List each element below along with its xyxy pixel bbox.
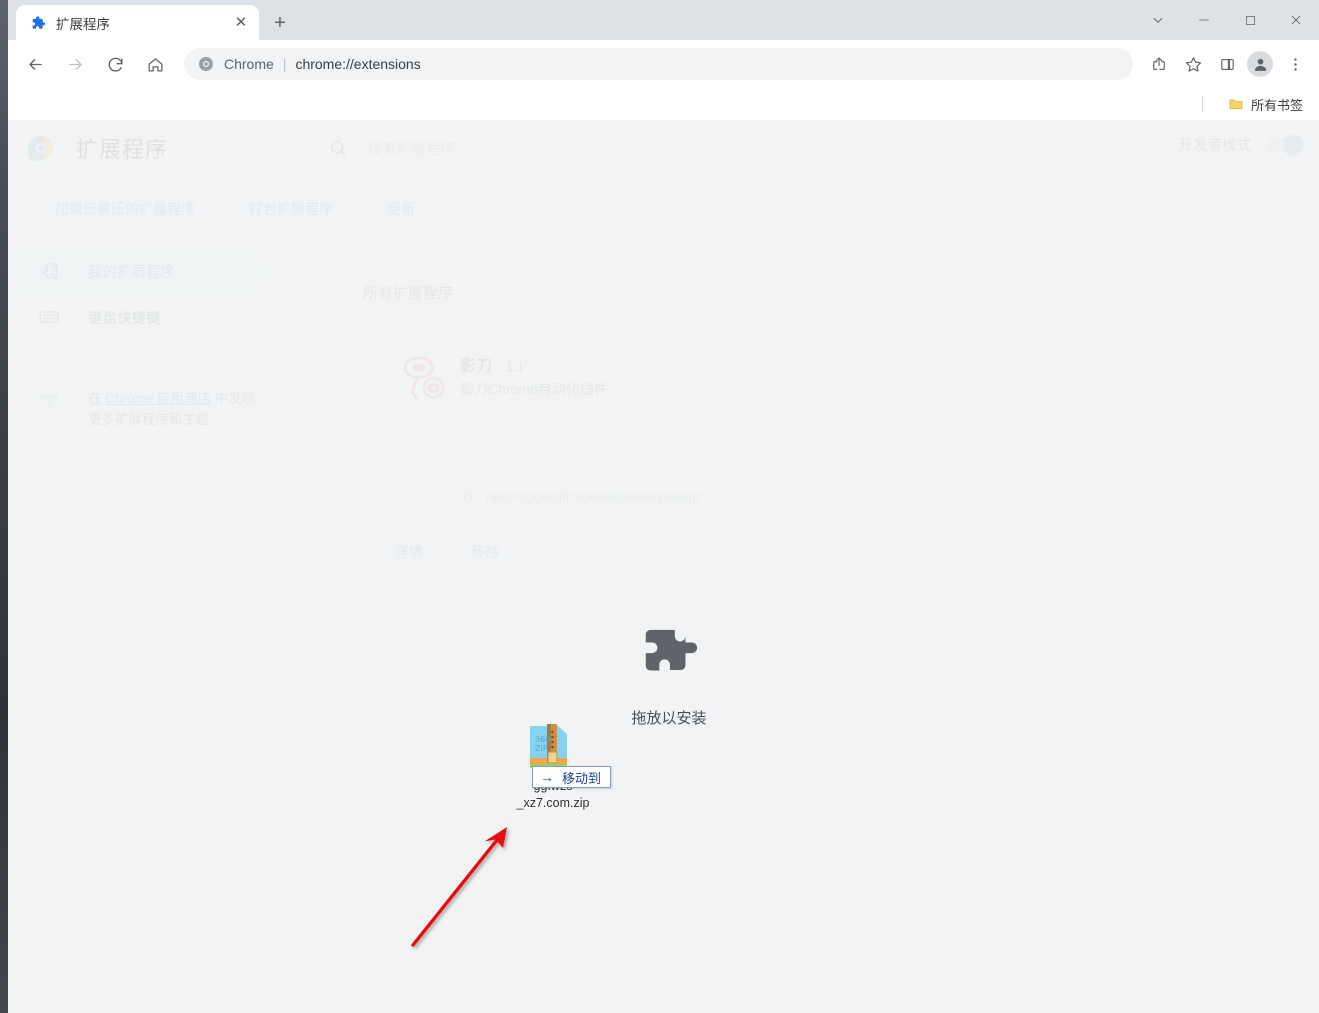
- drag-tooltip-label: 移动到: [562, 770, 602, 786]
- puzzle-piece-icon: [30, 15, 46, 31]
- side-panel-icon[interactable]: [1211, 48, 1243, 80]
- extension-name: 影刀: [460, 358, 493, 375]
- section-title: 所有扩展程序: [363, 285, 454, 302]
- extensions-header: 扩展程序 搜索扩展程序 开发者模式: [8, 120, 1319, 176]
- promo-suffix: 中发现: [211, 391, 256, 406]
- puzzle-piece-icon: [38, 260, 60, 282]
- promo-prefix: 在: [88, 391, 106, 406]
- close-window-icon[interactable]: [1273, 0, 1319, 40]
- close-tab-icon[interactable]: ✕: [231, 13, 251, 33]
- desktop-background-strip: [0, 0, 8, 1013]
- keyboard-icon: [38, 306, 60, 328]
- sidebar-item-label: 键盘快捷键: [88, 310, 161, 327]
- load-unpacked-button[interactable]: 加载已解压的扩展程序: [36, 192, 214, 226]
- chrome-logo-icon: [198, 56, 214, 72]
- address-bar[interactable]: Chrome | chrome://extensions: [184, 48, 1133, 80]
- forward-button[interactable]: [58, 47, 92, 81]
- minimize-icon[interactable]: [1181, 0, 1227, 40]
- all-bookmarks-label: 所有书签: [1250, 97, 1303, 113]
- promo-line2: 更多扩展程序和主题: [88, 412, 210, 427]
- search-extensions-input[interactable]: 搜索扩展程序: [328, 130, 1008, 166]
- page-title: 扩展程序: [76, 137, 169, 162]
- developer-mode-control[interactable]: 开发者模式: [1178, 134, 1303, 155]
- search-icon: [328, 138, 348, 158]
- browser-toolbar: Chrome | chrome://extensions: [8, 40, 1319, 88]
- search-placeholder-text: 搜索扩展程序: [368, 141, 455, 158]
- new-tab-button[interactable]: +: [266, 9, 294, 37]
- extension-id-label: ID：: [460, 489, 487, 504]
- red-pointer-arrow: [411, 827, 507, 947]
- remove-button[interactable]: 移除: [454, 536, 516, 568]
- promo-text: 在 Chrome 应用商店 中发现 更多扩展程序和主题: [88, 388, 255, 430]
- tab-search-chevron-down-icon[interactable]: [1135, 0, 1181, 40]
- back-button[interactable]: [18, 47, 52, 81]
- bookmarks-divider: [1201, 96, 1203, 112]
- svg-text:360: 360: [535, 735, 550, 744]
- tab-strip: 扩展程序 ✕ +: [8, 0, 1319, 40]
- puzzle-piece-icon: [638, 625, 700, 687]
- chrome-web-store-link[interactable]: Chrome 应用商店: [105, 391, 211, 406]
- pack-extension-button[interactable]: 打包扩展程序: [230, 192, 352, 226]
- svg-text:ZIP: ZIP: [535, 744, 548, 753]
- home-button[interactable]: [138, 47, 172, 81]
- three-dot-menu-icon[interactable]: [1279, 48, 1311, 80]
- extension-id-value: nhkjnlcggomjhckdeamipedlomphkepc: [486, 489, 703, 504]
- filename-line-2: _xz7.com.zip: [516, 796, 590, 810]
- chrome-web-store-icon: [38, 390, 60, 412]
- drop-to-install-label: 拖放以安装: [631, 710, 707, 727]
- drag-move-to-tooltip: → 移动到: [532, 766, 612, 788]
- extension-description: 影刀Chrome自动化插件: [460, 381, 608, 397]
- share-icon[interactable]: [1143, 48, 1175, 80]
- chrome-web-store-promo[interactable]: 在 Chrome 应用商店 中发现 更多扩展程序和主题: [14, 388, 260, 430]
- omnibox-separator: |: [282, 56, 287, 72]
- extension-card-yingdao[interactable]: 影刀 1.1 影刀Chrome自动化插件 ID：nhkjnlcggomjhckd…: [363, 325, 765, 569]
- browser-tab-extensions[interactable]: 扩展程序 ✕: [16, 5, 259, 40]
- sidebar-item-label: 我的扩展程序: [88, 264, 175, 281]
- sidebar-item-keyboard-shortcuts[interactable]: 键盘快捷键: [14, 296, 260, 338]
- bookmark-star-icon[interactable]: [1177, 48, 1209, 80]
- window-controls: [1135, 0, 1319, 40]
- sidebar-item-my-extensions[interactable]: 我的扩展程序: [14, 250, 260, 292]
- extensions-main-column: 所有扩展程序 影刀 1.1 影刀Chrome自动化插件 ID：nhkjnlcgg…: [363, 282, 783, 569]
- folder-icon: [1228, 96, 1244, 112]
- extensions-action-buttons: 加载已解压的扩展程序 打包扩展程序 更新: [8, 176, 1319, 242]
- omnibox-url-text: chrome://extensions: [295, 56, 421, 72]
- omnibox-site-label: Chrome: [224, 56, 274, 72]
- developer-mode-toggle[interactable]: [1267, 134, 1303, 155]
- chrome-logo-icon: [26, 135, 54, 163]
- extension-card-footer: 详情 移除: [364, 529, 766, 575]
- developer-mode-label: 开发者模式: [1178, 138, 1252, 154]
- header-divider: [8, 242, 1319, 243]
- toolbar-right-actions: [1141, 48, 1319, 80]
- reload-button[interactable]: [98, 47, 132, 81]
- drop-to-install-zone[interactable]: 拖放以安装: [604, 625, 734, 728]
- browser-window: 扩展程序 ✕ + Chrome | chrome://extensions 所有…: [8, 0, 1319, 1013]
- arrow-right-icon: →: [540, 769, 554, 785]
- details-button[interactable]: 详情: [378, 536, 440, 568]
- extensions-sidebar: 我的扩展程序 键盘快捷键 在 Chrome 应用商店 中发现 更多扩展程序和主题: [8, 250, 278, 430]
- update-button[interactable]: 更新: [368, 192, 434, 226]
- extensions-page: 扩展程序 搜索扩展程序 开发者模式 加载已解压的扩展程序 打包扩展程序 更新 我…: [8, 120, 1319, 1013]
- tab-title: 扩展程序: [56, 16, 110, 32]
- extension-name-row: 影刀 1.1: [460, 352, 524, 376]
- maximize-icon[interactable]: [1227, 0, 1273, 40]
- profile-avatar[interactable]: [1247, 51, 1273, 77]
- all-bookmarks-button[interactable]: 所有书签: [1215, 92, 1309, 117]
- yingdao-logo-icon: [396, 350, 452, 406]
- extension-id: ID：nhkjnlcggomjhckdeamipedlomphkepc: [460, 486, 702, 505]
- bookmarks-bar: 所有书签: [8, 88, 1319, 120]
- extension-version: 1.1: [506, 359, 525, 374]
